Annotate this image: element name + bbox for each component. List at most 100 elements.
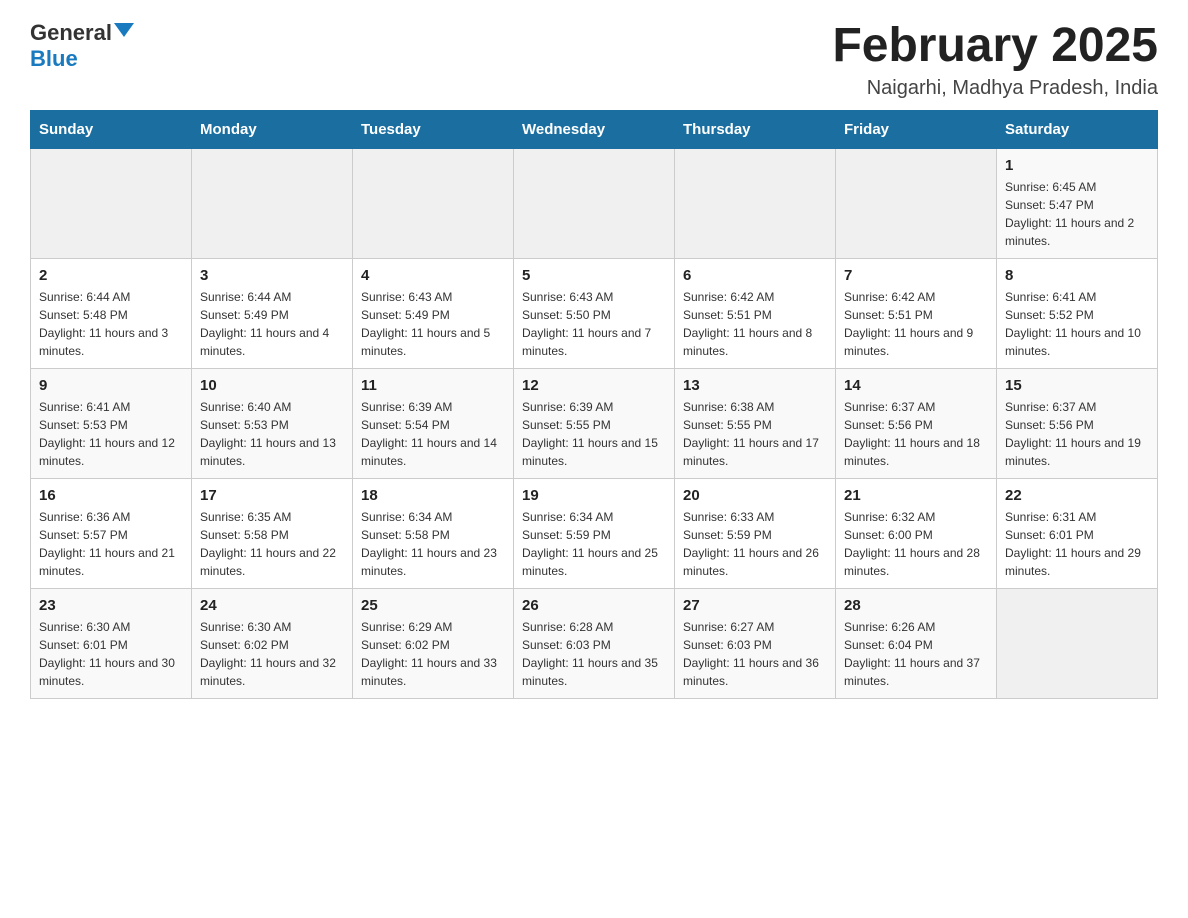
calendar-body: 1 Sunrise: 6:45 AMSunset: 5:47 PMDaylight… (31, 148, 1158, 698)
day-of-week-header: Wednesday (514, 110, 675, 148)
day-info: Sunrise: 6:37 AMSunset: 5:56 PMDaylight:… (1005, 398, 1149, 470)
calendar-title-block: February 2025 Naigarhi, Madhya Pradesh, … (832, 20, 1158, 100)
day-number: 19 (522, 487, 666, 504)
calendar-table: SundayMondayTuesdayWednesdayThursdayFrid… (30, 110, 1158, 699)
day-number: 11 (361, 377, 505, 394)
calendar-week-row: 9 Sunrise: 6:41 AMSunset: 5:53 PMDaylight… (31, 368, 1158, 478)
calendar-day-cell: 18Sunrise: 6:34 AMSunset: 5:58 PMDayligh… (353, 478, 514, 588)
calendar-day-cell: 26 Sunrise: 6:28 AMSunset: 6:03 PMDayligh… (514, 588, 675, 698)
day-number: 15 (1005, 377, 1149, 394)
calendar-day-cell: 21Sunrise: 6:32 AMSunset: 6:00 PMDayligh… (836, 478, 997, 588)
calendar-day-cell (353, 148, 514, 258)
day-info: Sunrise: 6:36 AMSunset: 5:57 PMDaylight:… (39, 508, 183, 580)
day-number: 24 (200, 597, 344, 614)
day-number: 23 (39, 597, 183, 614)
day-info: Sunrise: 6:44 AMSunset: 5:48 PMDaylight:… (39, 288, 183, 360)
calendar-header: SundayMondayTuesdayWednesdayThursdayFrid… (31, 110, 1158, 148)
calendar-week-row: 2 Sunrise: 6:44 AMSunset: 5:48 PMDaylight… (31, 258, 1158, 368)
calendar-day-cell: 8 Sunrise: 6:41 AMSunset: 5:52 PMDaylight… (997, 258, 1158, 368)
day-number: 12 (522, 377, 666, 394)
day-number: 27 (683, 597, 827, 614)
day-of-week-header: Monday (192, 110, 353, 148)
calendar-day-cell: 15 Sunrise: 6:37 AMSunset: 5:56 PMDayligh… (997, 368, 1158, 478)
calendar-day-cell: 5Sunrise: 6:43 AMSunset: 5:50 PMDaylight… (514, 258, 675, 368)
day-number: 9 (39, 377, 183, 394)
calendar-title: February 2025 (832, 20, 1158, 73)
calendar-week-row: 16 Sunrise: 6:36 AMSunset: 5:57 PMDayligh… (31, 478, 1158, 588)
day-number: 7 (844, 267, 988, 284)
calendar-day-cell: 24 Sunrise: 6:30 AMSunset: 6:02 PMDayligh… (192, 588, 353, 698)
calendar-day-cell: 4 Sunrise: 6:43 AMSunset: 5:49 PMDaylight… (353, 258, 514, 368)
day-info: Sunrise: 6:39 AMSunset: 5:54 PMDaylight:… (361, 398, 505, 470)
day-info: Sunrise: 6:34 AMSunset: 5:59 PMDaylight:… (522, 508, 666, 580)
calendar-day-cell: 7 Sunrise: 6:42 AMSunset: 5:51 PMDaylight… (836, 258, 997, 368)
day-of-week-header: Sunday (31, 110, 192, 148)
day-info: Sunrise: 6:38 AMSunset: 5:55 PMDaylight:… (683, 398, 827, 470)
calendar-day-cell (836, 148, 997, 258)
day-of-week-header: Thursday (675, 110, 836, 148)
day-info: Sunrise: 6:30 AMSunset: 6:02 PMDaylight:… (200, 618, 344, 690)
day-number: 10 (200, 377, 344, 394)
day-number: 14 (844, 377, 988, 394)
day-info: Sunrise: 6:33 AMSunset: 5:59 PMDaylight:… (683, 508, 827, 580)
calendar-week-row: 1 Sunrise: 6:45 AMSunset: 5:47 PMDaylight… (31, 148, 1158, 258)
day-info: Sunrise: 6:26 AMSunset: 6:04 PMDaylight:… (844, 618, 988, 690)
day-info: Sunrise: 6:41 AMSunset: 5:52 PMDaylight:… (1005, 288, 1149, 360)
calendar-day-cell: 12 Sunrise: 6:39 AMSunset: 5:55 PMDayligh… (514, 368, 675, 478)
day-info: Sunrise: 6:34 AMSunset: 5:58 PMDaylight:… (361, 508, 505, 580)
calendar-day-cell: 9 Sunrise: 6:41 AMSunset: 5:53 PMDaylight… (31, 368, 192, 478)
calendar-day-cell: 23 Sunrise: 6:30 AMSunset: 6:01 PMDayligh… (31, 588, 192, 698)
day-info: Sunrise: 6:35 AMSunset: 5:58 PMDaylight:… (200, 508, 344, 580)
day-info: Sunrise: 6:28 AMSunset: 6:03 PMDaylight:… (522, 618, 666, 690)
calendar-day-cell: 20 Sunrise: 6:33 AMSunset: 5:59 PMDayligh… (675, 478, 836, 588)
page-header: General Blue February 2025 Naigarhi, Mad… (30, 20, 1158, 100)
day-number: 25 (361, 597, 505, 614)
days-of-week-row: SundayMondayTuesdayWednesdayThursdayFrid… (31, 110, 1158, 148)
day-number: 22 (1005, 487, 1149, 504)
calendar-day-cell: 14 Sunrise: 6:37 AMSunset: 5:56 PMDayligh… (836, 368, 997, 478)
day-number: 20 (683, 487, 827, 504)
day-info: Sunrise: 6:40 AMSunset: 5:53 PMDaylight:… (200, 398, 344, 470)
logo-blue-text: Blue (30, 46, 78, 71)
logo-general-text: General (30, 20, 112, 46)
day-number: 4 (361, 267, 505, 284)
calendar-week-row: 23 Sunrise: 6:30 AMSunset: 6:01 PMDayligh… (31, 588, 1158, 698)
day-info: Sunrise: 6:43 AMSunset: 5:49 PMDaylight:… (361, 288, 505, 360)
calendar-day-cell: 10 Sunrise: 6:40 AMSunset: 5:53 PMDayligh… (192, 368, 353, 478)
day-number: 26 (522, 597, 666, 614)
day-info: Sunrise: 6:42 AMSunset: 5:51 PMDaylight:… (683, 288, 827, 360)
day-info: Sunrise: 6:37 AMSunset: 5:56 PMDaylight:… (844, 398, 988, 470)
day-number: 8 (1005, 267, 1149, 284)
day-info: Sunrise: 6:31 AMSunset: 6:01 PMDaylight:… (1005, 508, 1149, 580)
calendar-day-cell: 27 Sunrise: 6:27 AMSunset: 6:03 PMDayligh… (675, 588, 836, 698)
day-number: 17 (200, 487, 344, 504)
day-of-week-header: Saturday (997, 110, 1158, 148)
day-info: Sunrise: 6:44 AMSunset: 5:49 PMDaylight:… (200, 288, 344, 360)
day-number: 1 (1005, 157, 1149, 174)
calendar-day-cell: 19 Sunrise: 6:34 AMSunset: 5:59 PMDayligh… (514, 478, 675, 588)
day-info: Sunrise: 6:29 AMSunset: 6:02 PMDaylight:… (361, 618, 505, 690)
day-info: Sunrise: 6:27 AMSunset: 6:03 PMDaylight:… (683, 618, 827, 690)
day-info: Sunrise: 6:32 AMSunset: 6:00 PMDaylight:… (844, 508, 988, 580)
calendar-day-cell: 22 Sunrise: 6:31 AMSunset: 6:01 PMDayligh… (997, 478, 1158, 588)
calendar-day-cell: 2 Sunrise: 6:44 AMSunset: 5:48 PMDaylight… (31, 258, 192, 368)
calendar-day-cell: 3Sunrise: 6:44 AMSunset: 5:49 PMDaylight… (192, 258, 353, 368)
day-number: 2 (39, 267, 183, 284)
day-info: Sunrise: 6:39 AMSunset: 5:55 PMDaylight:… (522, 398, 666, 470)
day-number: 6 (683, 267, 827, 284)
day-info: Sunrise: 6:41 AMSunset: 5:53 PMDaylight:… (39, 398, 183, 470)
calendar-subtitle: Naigarhi, Madhya Pradesh, India (832, 77, 1158, 100)
calendar-day-cell: 6 Sunrise: 6:42 AMSunset: 5:51 PMDaylight… (675, 258, 836, 368)
logo-triangle-icon (114, 23, 134, 37)
day-info: Sunrise: 6:45 AMSunset: 5:47 PMDaylight:… (1005, 178, 1149, 250)
calendar-day-cell: 1 Sunrise: 6:45 AMSunset: 5:47 PMDaylight… (997, 148, 1158, 258)
day-info: Sunrise: 6:30 AMSunset: 6:01 PMDaylight:… (39, 618, 183, 690)
day-number: 13 (683, 377, 827, 394)
day-number: 16 (39, 487, 183, 504)
calendar-day-cell: 25 Sunrise: 6:29 AMSunset: 6:02 PMDayligh… (353, 588, 514, 698)
day-number: 28 (844, 597, 988, 614)
day-of-week-header: Friday (836, 110, 997, 148)
day-number: 5 (522, 267, 666, 284)
day-info: Sunrise: 6:42 AMSunset: 5:51 PMDaylight:… (844, 288, 988, 360)
calendar-day-cell: 28 Sunrise: 6:26 AMSunset: 6:04 PMDayligh… (836, 588, 997, 698)
